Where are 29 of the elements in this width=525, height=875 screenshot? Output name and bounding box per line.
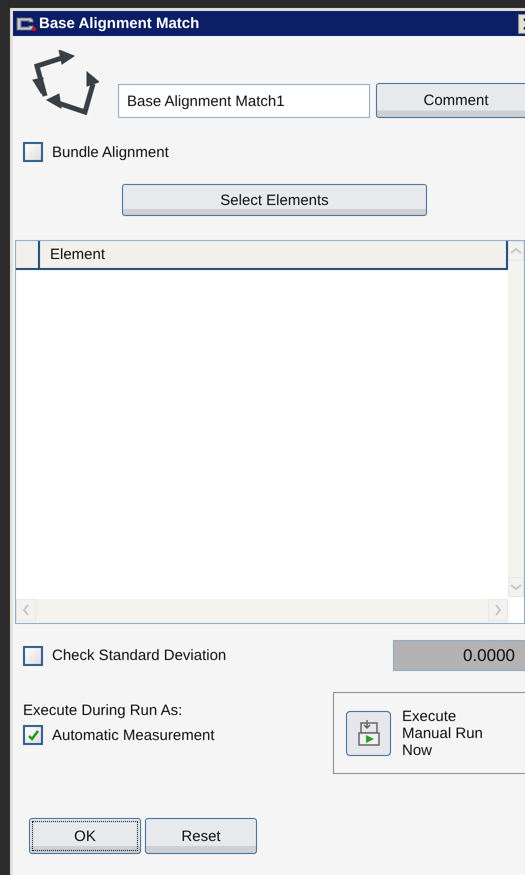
app-icon xyxy=(15,16,37,30)
scroll-right-button[interactable] xyxy=(488,599,508,621)
chevron-up-icon xyxy=(510,247,522,255)
checkbox[interactable] xyxy=(23,646,43,666)
dialog-button[interactable]: OK xyxy=(29,818,141,854)
horizontal-scrollbar[interactable] xyxy=(16,599,508,623)
checkmark-icon xyxy=(26,728,40,742)
checkbox-label: Automatic Measurement xyxy=(52,726,215,744)
dialog-button[interactable]: Reset xyxy=(145,818,257,854)
scroll-down-button[interactable] xyxy=(508,577,524,597)
vertical-scrollbar[interactable] xyxy=(508,241,524,597)
select-elements-button[interactable]: Select Elements xyxy=(122,184,427,216)
checkbox-label: Bundle Alignment xyxy=(52,144,169,160)
scroll-left-button[interactable] xyxy=(16,599,36,621)
run-button[interactable] xyxy=(346,710,391,756)
chevron-right-icon xyxy=(494,604,502,616)
checkbox[interactable] xyxy=(23,142,43,162)
window-title: Base Alignment Match xyxy=(39,15,200,32)
checkbox-label: Check Standard Deviation xyxy=(52,647,226,664)
name-field[interactable]: Base Alignment Match1 xyxy=(118,84,370,118)
comment-button[interactable]: Comment xyxy=(376,83,525,118)
chevron-down-icon xyxy=(510,583,522,591)
execute-label: Execute During Run As: xyxy=(23,702,184,719)
chevron-left-icon xyxy=(22,604,30,616)
scroll-up-button[interactable] xyxy=(508,241,524,261)
checkbox[interactable] xyxy=(23,725,43,745)
manual-run-label: Execute Manual Run Now xyxy=(402,708,484,758)
run-icon xyxy=(356,719,382,747)
deviation-value-field: 0.0000 xyxy=(393,640,525,671)
